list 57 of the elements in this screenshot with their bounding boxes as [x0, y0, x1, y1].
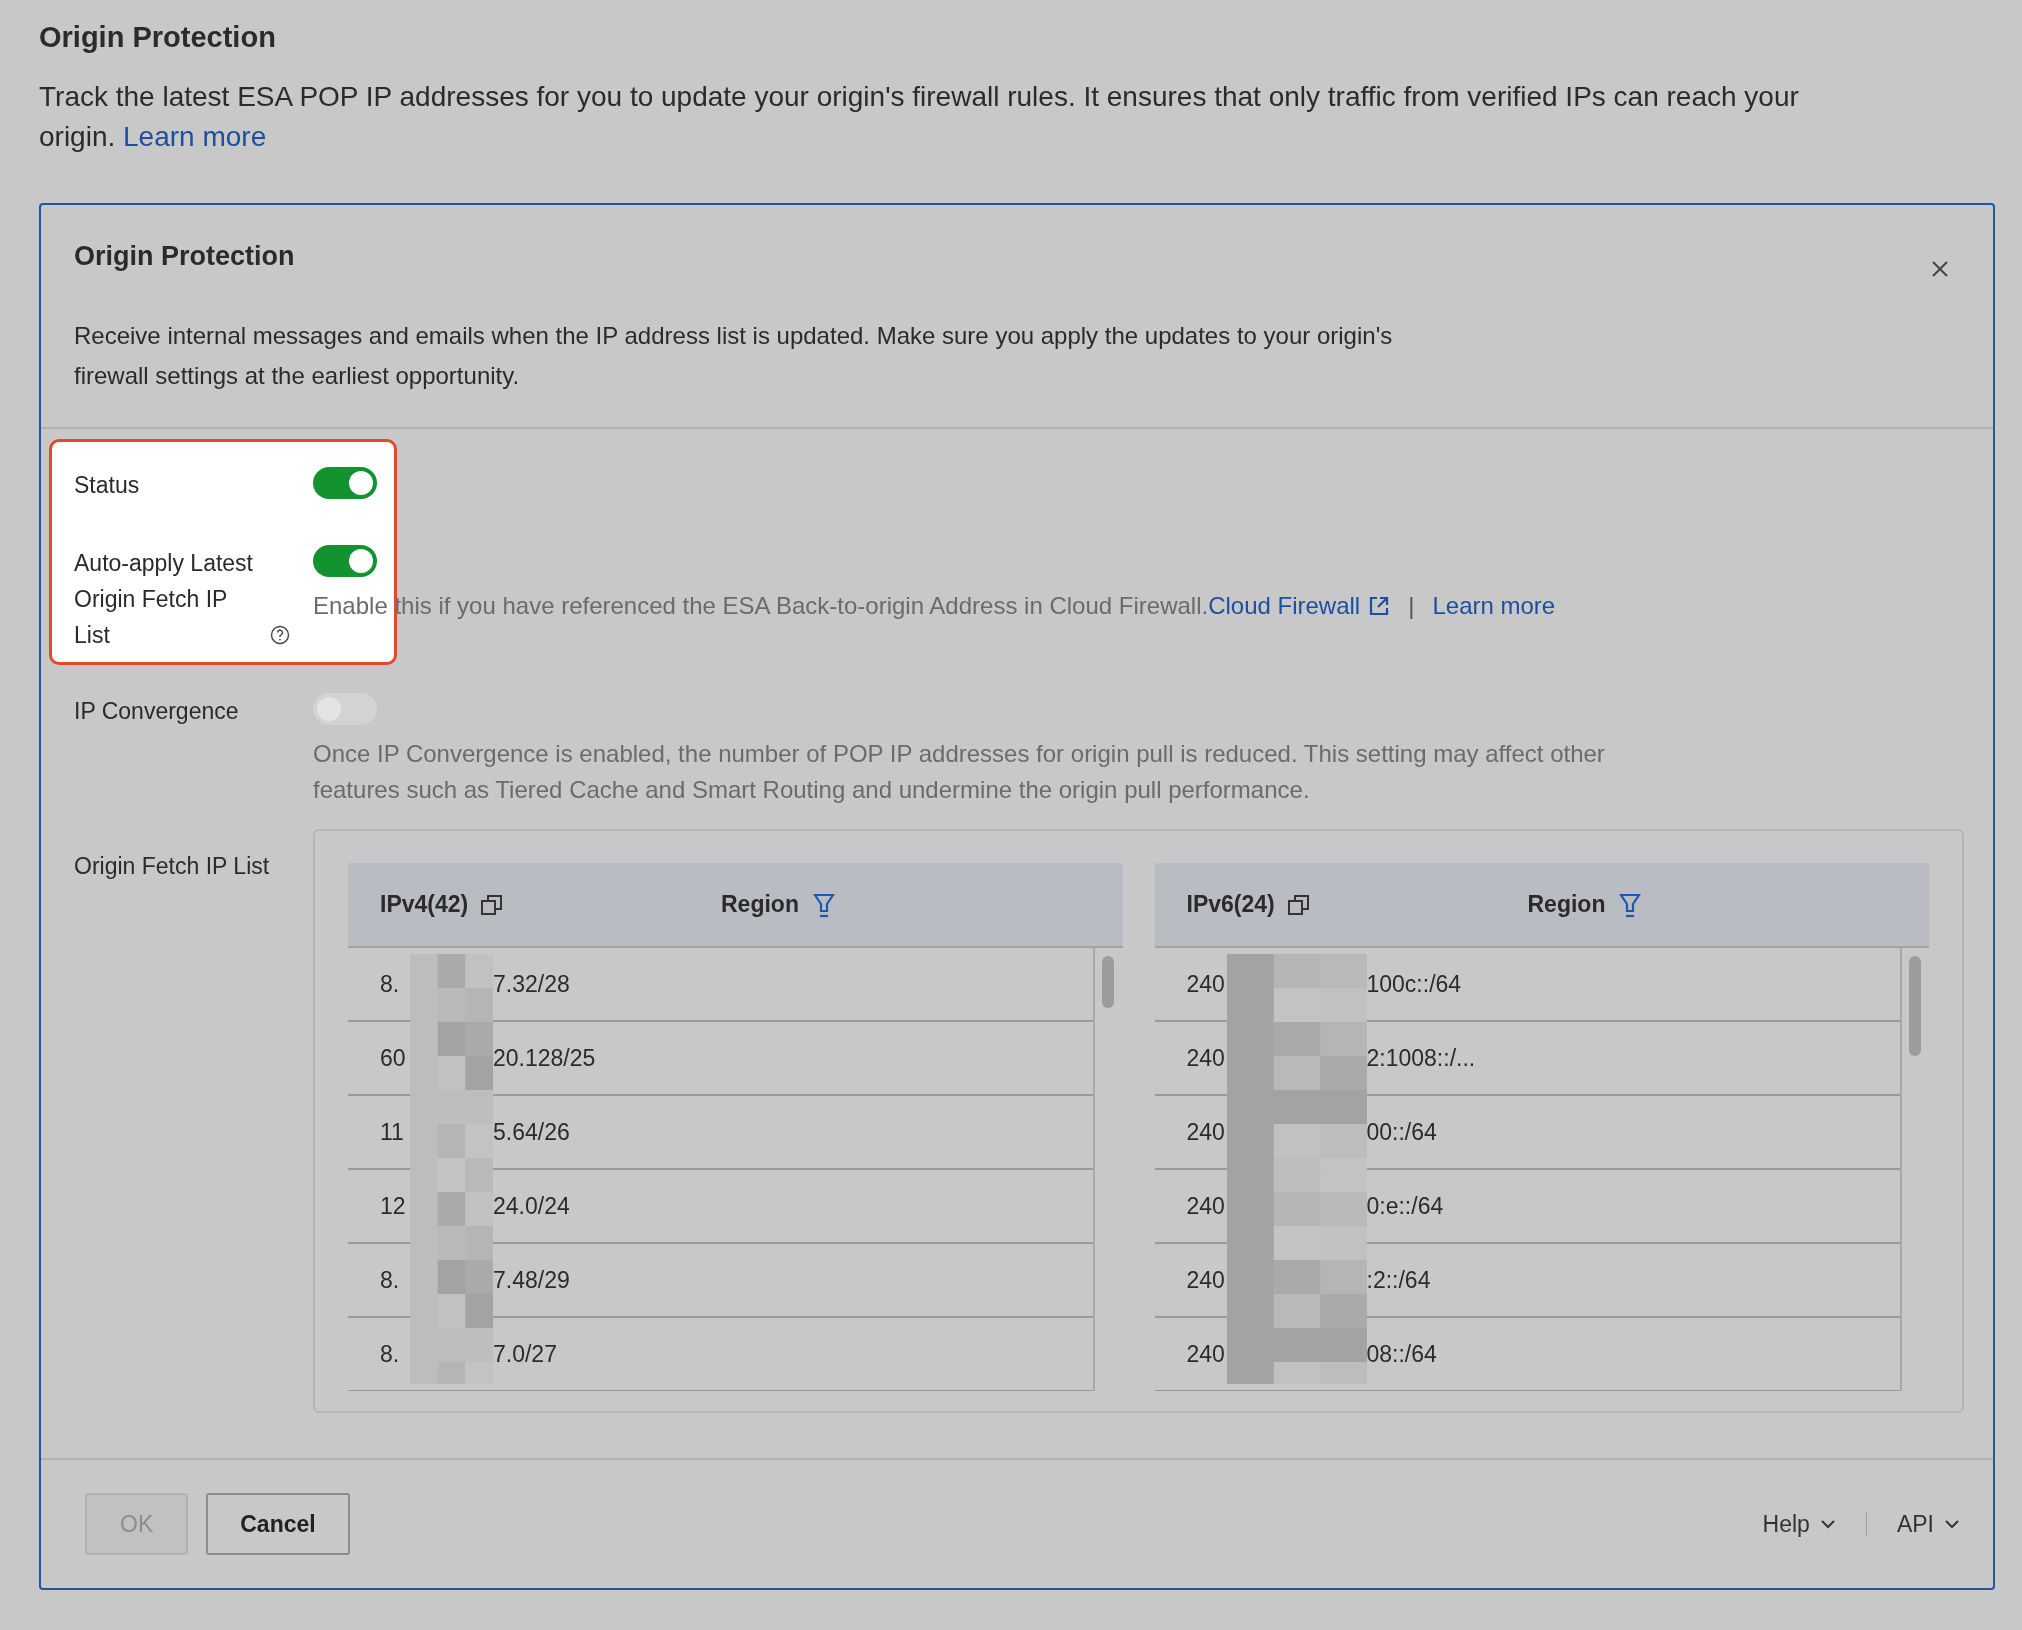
- ip-suffix: 100c::/64: [1366, 970, 1462, 998]
- page-description: Track the latest ESA POP IP addresses for you to update your origin's firewall rules. It ensures that only traffic from verified IPs can reach your origin. Learn more: [39, 80, 1800, 154]
- copy-icon[interactable]: [480, 892, 505, 917]
- close-icon[interactable]: [1931, 260, 1949, 278]
- chevron-down-icon: [1819, 1519, 1836, 1529]
- ip-prefix: 8.: [380, 970, 401, 998]
- link[interactable]: Cloud Firewall: [1208, 588, 1391, 624]
- toggle-switch[interactable]: [313, 545, 377, 577]
- dialog-title: Origin Protection: [74, 240, 295, 273]
- ip-prefix: 11: [380, 1118, 405, 1146]
- ip-suffix: 08::/64: [1366, 1340, 1437, 1368]
- ip-suffix: 7.32/28: [493, 970, 570, 998]
- hint-text: Once IP Convergence is enabled, the number of POP IP addresses for origin pull is reduced. This setting may affect other features such as Tiered Cache and Smart Routing and undermine the origin pull performance.: [313, 739, 1606, 805]
- toggle-switch[interactable]: [313, 467, 377, 499]
- filter-icon[interactable]: [1619, 891, 1642, 918]
- setting-label: Status: [74, 471, 140, 500]
- ip-suffix: 0:e::/64: [1366, 1192, 1444, 1220]
- dropdown-menu[interactable]: Help: [1762, 1510, 1836, 1538]
- column-header: Region: [1527, 891, 1606, 918]
- ip-prefix: 240: [1186, 1044, 1226, 1072]
- toggle-switch[interactable]: [313, 693, 377, 725]
- ip-prefix: 12: [380, 1192, 407, 1220]
- learn-more-link[interactable]: Learn more: [123, 121, 267, 152]
- chevron-down-icon: [1944, 1519, 1960, 1529]
- scrollbar-thumb[interactable]: [1908, 956, 1921, 1056]
- ip-suffix: 2:1008::/...: [1366, 1044, 1476, 1072]
- scrollbar-thumb[interactable]: [1102, 956, 1114, 1008]
- column-header: IPv6(24): [1186, 891, 1275, 918]
- filter-icon[interactable]: [812, 891, 835, 918]
- ip-suffix: 24.0/24: [493, 1192, 570, 1220]
- ip-prefix: 240: [1186, 1340, 1226, 1368]
- dialog-description: Receive internal messages and emails when the IP address list is updated. Make sure you apply the updates to your origin's firewall settings at the earliest opportunity.: [74, 321, 1394, 391]
- help-icon[interactable]: [270, 625, 290, 645]
- ip-suffix: 20.128/25: [493, 1044, 596, 1072]
- dialog-button[interactable]: Cancel: [206, 1493, 350, 1555]
- ip-suffix: :2::/64: [1366, 1266, 1431, 1294]
- ip-suffix: 7.48/29: [493, 1266, 570, 1294]
- dropdown-menu[interactable]: API: [1896, 1510, 1960, 1538]
- ip-prefix: 240: [1186, 1118, 1226, 1146]
- ip-suffix: 7.0/27: [493, 1340, 557, 1368]
- setting-label: IP Convergence: [74, 697, 239, 726]
- ip-suffix: 00::/64: [1366, 1118, 1437, 1146]
- ip-prefix: 240: [1186, 970, 1226, 998]
- link[interactable]: Learn more: [1432, 588, 1556, 624]
- column-header: Region: [721, 891, 799, 918]
- ip-prefix: 240: [1186, 1266, 1226, 1294]
- ip-prefix: 8.: [380, 1266, 401, 1294]
- ip-suffix: 5.64/26: [493, 1118, 570, 1146]
- column-header: IPv4(42): [380, 891, 469, 918]
- ip-prefix: 240: [1186, 1192, 1226, 1220]
- ip-prefix: 60: [380, 1044, 407, 1072]
- ip-prefix: 8.: [380, 1340, 401, 1368]
- copy-icon[interactable]: [1286, 892, 1311, 917]
- setting-label: Auto-apply Latest Origin Fetch IP List: [74, 549, 254, 650]
- setting-label: Origin Fetch IP List: [74, 852, 270, 881]
- page-title: Origin Protection: [39, 20, 276, 55]
- separator: |: [1408, 591, 1415, 621]
